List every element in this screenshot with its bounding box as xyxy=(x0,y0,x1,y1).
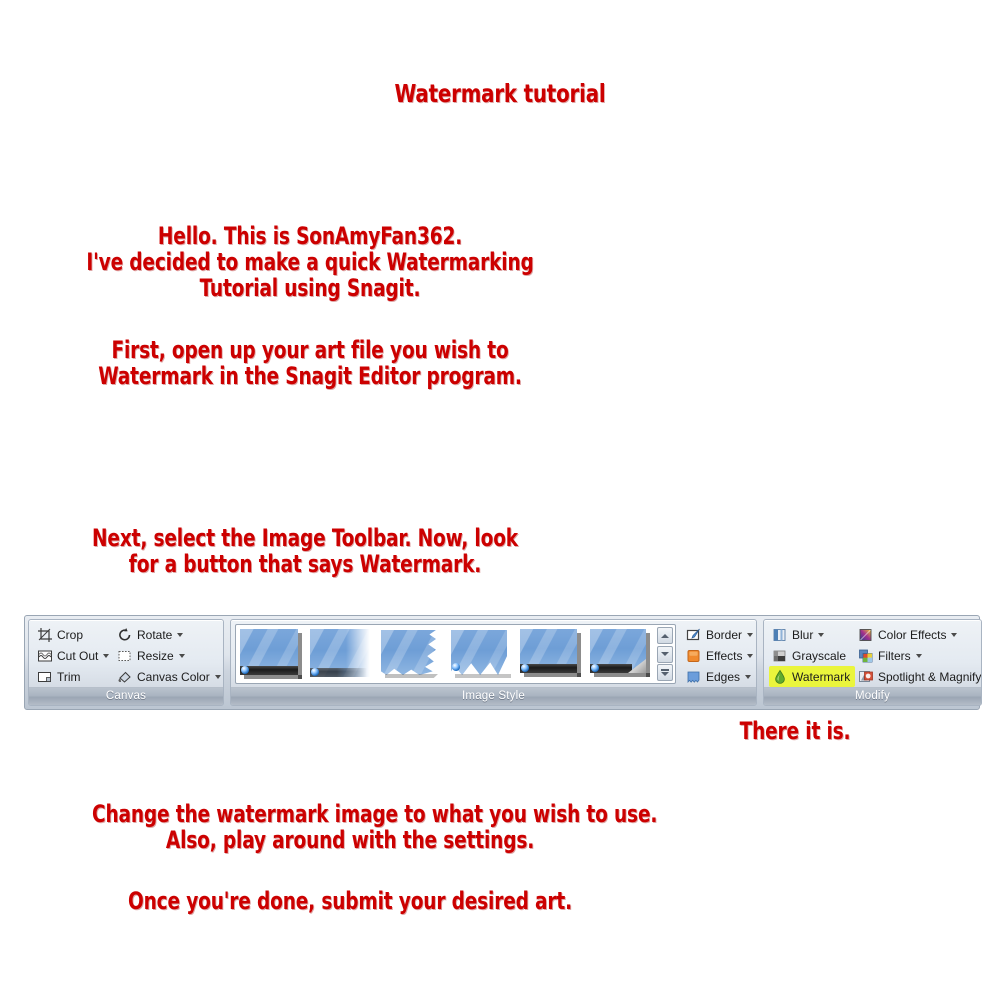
first-step-paragraph: First, open up your art file you wish to… xyxy=(98,336,522,390)
filters-icon xyxy=(858,648,874,664)
image-style-thumb-drop-shadow[interactable] xyxy=(518,627,584,681)
watermark-button[interactable]: Watermark xyxy=(769,666,855,687)
page-title: Watermark tutorial xyxy=(394,79,606,108)
edges-icon xyxy=(686,669,702,685)
canvas-color-icon xyxy=(117,669,133,685)
chevron-down-icon[interactable] xyxy=(745,674,752,679)
crop-icon xyxy=(37,627,53,643)
cut-out-icon xyxy=(37,648,53,664)
change-step-paragraph: Change the watermark image to what you w… xyxy=(92,800,658,854)
image-style-thumbnail-list xyxy=(238,627,654,681)
spotlight-magnify-icon xyxy=(858,669,874,685)
canvas-group-body: Crop Cut Out Trim Rotate Resize Canvas C… xyxy=(29,620,223,687)
ribbon-group-canvas: Crop Cut Out Trim Rotate Resize Canvas C… xyxy=(28,619,224,706)
chevron-down-icon[interactable] xyxy=(818,632,825,637)
ribbon-group-modify: Blur Grayscale Watermark Color Effects F… xyxy=(763,619,982,706)
spotlight-magnify-label: Spotlight & Magnify xyxy=(878,669,981,684)
filters-label: Filters xyxy=(878,648,911,663)
gallery-scroll-up-button[interactable] xyxy=(657,627,673,644)
image-ribbon-toolbar: Crop Cut Out Trim Rotate Resize Canvas C… xyxy=(24,615,982,710)
rotate-icon xyxy=(117,627,133,643)
border-icon xyxy=(686,627,702,643)
chevron-down-icon[interactable] xyxy=(951,632,958,637)
color-effects-label: Color Effects xyxy=(878,627,947,642)
rotate-button[interactable]: Rotate xyxy=(114,624,218,645)
canvas-color-button[interactable]: Canvas Color xyxy=(114,666,221,687)
cut-out-label: Cut Out xyxy=(57,648,99,663)
spotlight-magnify-button[interactable]: Spotlight & Magnify xyxy=(855,666,981,687)
image-style-thumb-page-curl[interactable] xyxy=(588,627,654,681)
watermark-icon xyxy=(772,669,788,685)
grayscale-button[interactable]: Grayscale xyxy=(769,645,855,666)
image-style-thumb-torn-bottom[interactable] xyxy=(448,627,514,681)
effects-label: Effects xyxy=(706,648,743,663)
grayscale-icon xyxy=(772,648,788,664)
next-step-paragraph: Next, select the Image Toolbar. Now, loo… xyxy=(92,524,518,578)
edges-button[interactable]: Edges xyxy=(683,666,756,687)
chevron-down-icon[interactable] xyxy=(747,632,754,637)
image-style-thumb-plain-shadow[interactable] xyxy=(238,627,304,681)
canvas-column-1: Crop Cut Out Trim xyxy=(34,624,114,687)
image-style-thumb-torn-right[interactable] xyxy=(378,627,444,681)
image-style-group-body: Border Effects Edges xyxy=(231,620,756,687)
effects-button[interactable]: Effects xyxy=(683,645,756,666)
trim-icon xyxy=(37,669,53,685)
border-button[interactable]: Border xyxy=(683,624,756,645)
cut-out-button[interactable]: Cut Out xyxy=(34,645,114,666)
expand-gallery-icon xyxy=(661,669,669,676)
trim-button[interactable]: Trim xyxy=(34,666,114,687)
final-step-paragraph: Once you're done, submit your desired ar… xyxy=(127,887,572,915)
blur-icon xyxy=(772,627,788,643)
filters-button[interactable]: Filters xyxy=(855,645,981,666)
modify-group-label: Modify xyxy=(764,687,981,705)
image-style-gallery-scrollbar[interactable] xyxy=(657,627,673,681)
resize-button[interactable]: Resize xyxy=(114,645,218,666)
border-label: Border xyxy=(706,627,743,642)
rotate-label: Rotate xyxy=(137,627,173,642)
canvas-column-2: Rotate Resize Canvas Color xyxy=(114,624,221,687)
chevron-down-icon[interactable] xyxy=(214,674,221,679)
chevron-down-icon[interactable] xyxy=(747,653,754,658)
effects-icon xyxy=(686,648,702,664)
color-effects-icon xyxy=(858,627,874,643)
trim-label: Trim xyxy=(57,669,81,684)
chevron-up-icon xyxy=(661,633,669,638)
gallery-expand-button[interactable] xyxy=(657,664,673,681)
watermark-label: Watermark xyxy=(792,669,851,684)
resize-label: Resize xyxy=(137,648,174,663)
ribbon-group-image-style: Border Effects Edges Image Style xyxy=(230,619,757,706)
canvas-color-label: Canvas Color xyxy=(137,669,210,684)
chevron-down-icon[interactable] xyxy=(915,653,922,658)
modify-column-2: Color Effects Filters Spotlight & Magnif… xyxy=(855,624,981,687)
grayscale-label: Grayscale xyxy=(792,648,847,663)
gallery-scroll-down-button[interactable] xyxy=(657,645,673,663)
blur-label: Blur xyxy=(792,627,814,642)
color-effects-button[interactable]: Color Effects xyxy=(855,624,981,645)
pointer-caption: There it is. xyxy=(739,717,851,745)
canvas-group-label: Canvas xyxy=(29,687,223,705)
chevron-down-icon xyxy=(661,652,669,656)
crop-label: Crop xyxy=(57,627,84,642)
image-style-group-label: Image Style xyxy=(231,687,756,705)
image-style-thumb-fade-edge[interactable] xyxy=(308,627,374,681)
image-style-column: Border Effects Edges xyxy=(683,624,756,687)
blur-button[interactable]: Blur xyxy=(769,624,855,645)
chevron-down-icon[interactable] xyxy=(177,632,184,637)
modify-group-body: Blur Grayscale Watermark Color Effects F… xyxy=(764,620,981,687)
crop-button[interactable]: Crop xyxy=(34,624,114,645)
resize-icon xyxy=(117,648,133,664)
chevron-down-icon[interactable] xyxy=(178,653,185,658)
edges-label: Edges xyxy=(706,669,741,684)
chevron-down-icon[interactable] xyxy=(103,653,110,658)
intro-paragraph: Hello. This is SonAmyFan362. I've decide… xyxy=(86,222,534,302)
modify-column-1: Blur Grayscale Watermark xyxy=(769,624,855,687)
image-style-gallery[interactable] xyxy=(235,624,676,684)
